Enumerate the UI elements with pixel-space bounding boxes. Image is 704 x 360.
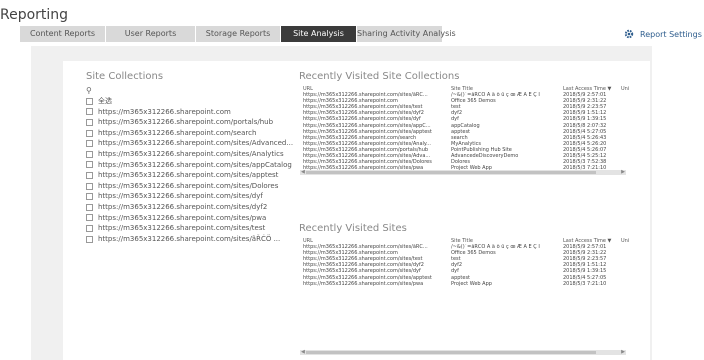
scroll-left-icon[interactable]: ◀ [301,169,305,175]
list-item[interactable]: https://m365x312266.sharepoint.com/sites… [86,234,293,245]
tab-site-analysis[interactable]: Site Analysis [281,26,357,42]
tab-storage-reports[interactable]: Storage Reports [196,26,281,42]
tab-user-reports[interactable]: User Reports [106,26,196,42]
checkbox[interactable] [86,108,93,116]
horizontal-scrollbar[interactable]: ◀ ▶ [300,169,626,175]
checkbox[interactable] [86,129,93,137]
checkbox[interactable] [86,140,93,148]
list-item[interactable]: https://m365x312266.sharepoint.com/sites… [86,170,293,181]
checkbox[interactable] [86,171,93,179]
recent-collections-heading: Recently Visited Site Collections [299,71,460,82]
checkbox[interactable] [86,118,93,126]
gear-icon [624,29,634,39]
checkbox[interactable] [86,182,93,190]
list-item[interactable]: https://m365x312266.sharepoint.com/sites… [86,181,293,192]
table-row[interactable]: https://m365x312266.sharepoint.com/sites… [303,281,631,287]
recent-sites-heading: Recently Visited Sites [299,223,407,234]
list-item[interactable]: 全选 [86,96,293,107]
report-settings-button[interactable]: Report Settings [624,29,702,39]
checkbox[interactable] [86,193,93,201]
scroll-right-icon[interactable]: ▶ [621,349,625,355]
checkbox[interactable] [86,150,93,158]
page-title: Reporting [0,7,69,23]
list-item[interactable]: https://m365x312266.sharepoint.com/searc… [86,128,293,139]
report-tabs: Content Reports User Reports Storage Rep… [20,26,456,42]
scroll-right-icon[interactable]: ▶ [621,169,625,175]
list-item[interactable]: https://m365x312266.sharepoint.com/sites… [86,160,293,171]
list-item[interactable]: https://m365x312266.sharepoint.com/porta… [86,117,293,128]
list-item[interactable]: https://m365x312266.sharepoint.com/sites… [86,223,293,234]
recent-collections-table: URL Site Title Last Access Time ▼ Uni ht… [303,86,631,171]
scrollbar-thumb[interactable] [306,171,596,174]
horizontal-scrollbar[interactable]: ◀ ▶ [300,349,626,355]
column-header[interactable]: Uni [621,238,631,244]
list-item[interactable]: https://m365x312266.sharepoint.com/sites… [86,138,293,149]
tab-content-reports[interactable]: Content Reports [20,26,106,42]
list-item[interactable]: https://m365x312266.sharepoint.com/sites… [86,202,293,213]
search-icon[interactable]: ⚲ [86,86,92,95]
list-item[interactable]: https://m365x312266.sharepoint.com [86,107,293,118]
checkbox[interactable] [86,161,93,169]
scrollbar-thumb[interactable] [306,351,596,354]
checkbox[interactable] [86,235,93,243]
list-item[interactable]: https://m365x312266.sharepoint.com/sites… [86,213,293,224]
recent-sites-table: URL Site Title Last Access Time ▼ Uni ht… [303,238,631,287]
scroll-left-icon[interactable]: ◀ [301,349,305,355]
column-header[interactable]: Uni [621,86,631,92]
list-item[interactable]: https://m365x312266.sharepoint.com/sites… [86,149,293,160]
site-collections-heading: Site Collections [86,71,164,82]
checkbox[interactable] [86,97,93,105]
report-settings-label: Report Settings [640,29,702,39]
tab-sharing-activity-analysis[interactable]: Sharing Activity Analysis [357,26,456,42]
list-item[interactable]: https://m365x312266.sharepoint.com/sites… [86,191,293,202]
site-collections-list: 全选 https://m365x312266.sharepoint.com ht… [86,96,293,244]
checkbox[interactable] [86,214,93,222]
checkbox[interactable] [86,203,93,211]
checkbox[interactable] [86,224,93,232]
